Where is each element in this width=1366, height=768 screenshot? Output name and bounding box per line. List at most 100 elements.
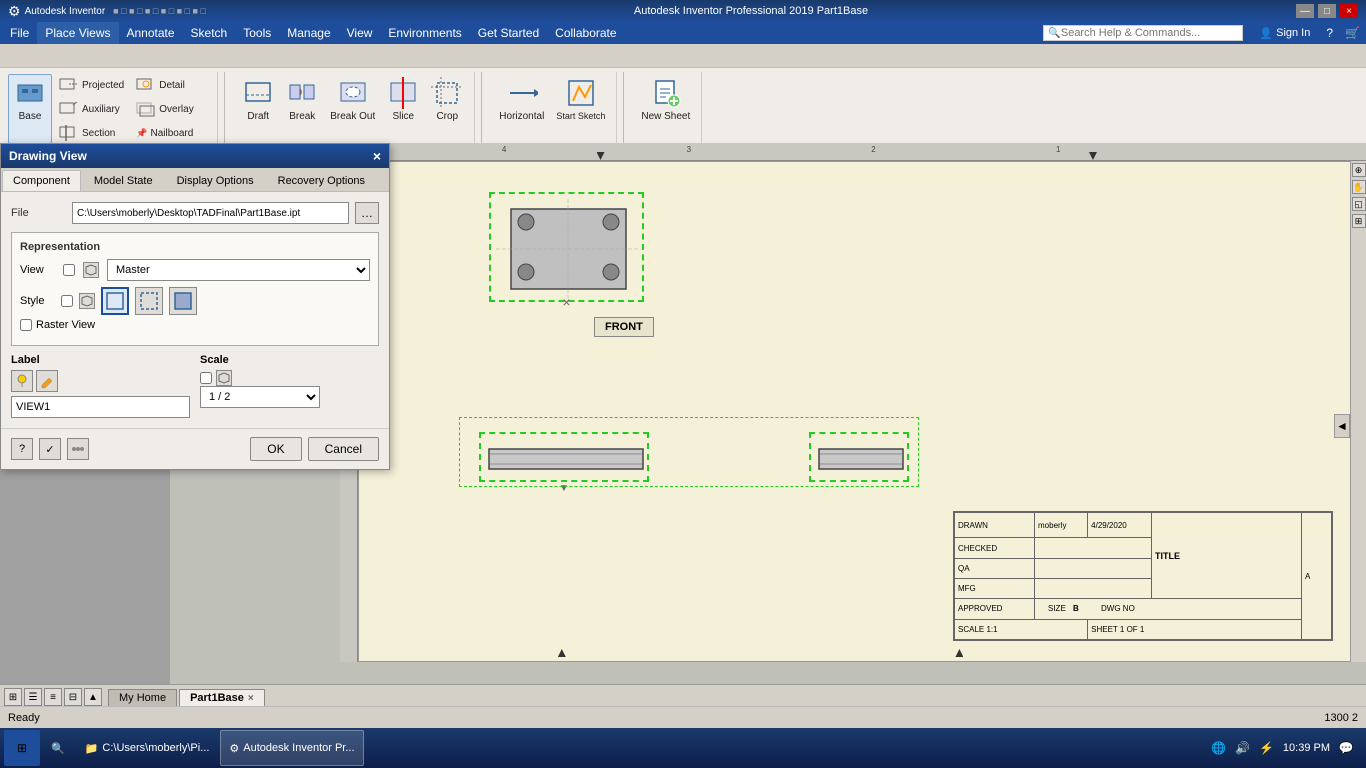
- scale-options-btn[interactable]: [216, 370, 232, 386]
- right-panel: ⊕ ✋ ◱ ⊞: [1350, 161, 1366, 662]
- style-checkbox[interactable]: [61, 295, 73, 307]
- raster-check-row: Raster View: [20, 319, 370, 331]
- dialog-cancel-btn[interactable]: Cancel: [308, 437, 379, 461]
- tab-icon-5[interactable]: ▲: [84, 688, 102, 706]
- scale-checkbox[interactable]: [200, 372, 212, 384]
- draft-btn[interactable]: Draft: [237, 74, 279, 144]
- my-home-tab[interactable]: My Home: [108, 689, 177, 706]
- start-sketch-icon: [565, 77, 597, 109]
- menu-collaborate[interactable]: Collaborate: [547, 22, 624, 44]
- menu-place-views[interactable]: Place Views: [37, 22, 118, 44]
- start-sketch-btn[interactable]: Start Sketch: [551, 74, 610, 144]
- panel-btn-1[interactable]: ⊕: [1352, 163, 1366, 177]
- menu-annotate[interactable]: Annotate: [119, 22, 183, 44]
- scale-title: Scale: [200, 354, 379, 366]
- part1base-tab-close[interactable]: ×: [248, 693, 254, 704]
- panel-btn-4[interactable]: ⊞: [1352, 214, 1366, 228]
- label-section: Label: [11, 354, 190, 418]
- label-input[interactable]: [11, 396, 190, 418]
- tab-icon-2[interactable]: ☰: [24, 688, 42, 706]
- scale-select[interactable]: 1 / 2 1 / 1 1 / 4 1 / 8 2 / 1: [200, 386, 320, 408]
- tab-display-options[interactable]: Display Options: [166, 170, 265, 191]
- label-edit-btn[interactable]: [36, 370, 58, 392]
- systray-volume[interactable]: 🔊: [1235, 740, 1251, 756]
- check-btn[interactable]: ✓: [39, 438, 61, 460]
- dialog-ok-btn[interactable]: OK: [250, 437, 301, 461]
- expand-btn[interactable]: [67, 438, 89, 460]
- taskbar-search[interactable]: 🔍: [42, 730, 74, 766]
- view-dropdown[interactable]: Master: [107, 259, 370, 281]
- view-checkbox[interactable]: [63, 264, 75, 276]
- base-btn[interactable]: Base: [8, 74, 52, 144]
- top-part-view[interactable]: ×: [489, 192, 644, 302]
- break-btn[interactable]: Break: [281, 74, 323, 144]
- menu-tools[interactable]: Tools: [235, 22, 279, 44]
- tab-component[interactable]: Component: [2, 170, 81, 191]
- sign-in-button[interactable]: 👤 Sign In: [1251, 25, 1318, 42]
- browse-btn[interactable]: …: [355, 202, 379, 224]
- taskbar-inventor[interactable]: ⚙ Autodesk Inventor Pr...: [220, 730, 363, 766]
- view-options-btn[interactable]: [83, 262, 99, 278]
- coords-display: 1300 2: [1324, 712, 1358, 724]
- menu-get-started[interactable]: Get Started: [470, 22, 547, 44]
- visible-lines-btn[interactable]: [101, 287, 129, 315]
- horizontal-icon: [506, 77, 538, 109]
- label-light-btn[interactable]: [11, 370, 33, 392]
- panel-btn-3[interactable]: ◱: [1352, 197, 1366, 211]
- footer-left: ? ✓: [11, 438, 89, 460]
- maximize-btn[interactable]: □: [1318, 4, 1336, 18]
- search-bar[interactable]: 🔍: [1043, 25, 1243, 41]
- help-btn[interactable]: ?: [11, 438, 33, 460]
- taskbar-explorer[interactable]: 📁 C:\Users\moberly\Pi...: [76, 730, 219, 766]
- panel-btn-2[interactable]: ✋: [1352, 180, 1366, 194]
- menu-file[interactable]: File: [2, 22, 37, 44]
- drawing-view-dialog: Drawing View × Component Model State Dis…: [0, 143, 390, 470]
- tab-icon-1[interactable]: ⊞: [4, 688, 22, 706]
- style-options-btn[interactable]: [79, 293, 95, 309]
- draft-icon: [242, 77, 274, 109]
- modify-group-buttons: Draft Break Break Out: [237, 74, 468, 146]
- drawing-paper[interactable]: × FRONT ▼: [358, 161, 1354, 662]
- view-tabs-bar: ⊞ ☰ ≡ ⊟ ▲ My Home Part1Base ×: [0, 684, 1366, 706]
- raster-checkbox[interactable]: [20, 319, 32, 331]
- dialog-content: File … Representation View Master: [1, 192, 389, 428]
- notification-icon[interactable]: 💬: [1338, 740, 1354, 756]
- crop-btn[interactable]: Crop: [426, 74, 468, 144]
- new-sheet-btn[interactable]: New Sheet: [636, 74, 695, 144]
- projected-btn[interactable]: Projected: [54, 74, 129, 96]
- break-out-btn[interactable]: Break Out: [325, 74, 380, 144]
- tab-icon-4[interactable]: ⊟: [64, 688, 82, 706]
- dialog-close-btn[interactable]: ×: [373, 148, 381, 164]
- slice-btn[interactable]: Slice: [382, 74, 424, 144]
- clock-display[interactable]: 10:39 PM: [1283, 742, 1330, 754]
- hidden-lines-btn[interactable]: [135, 287, 163, 315]
- bottom-left-view[interactable]: ▼: [479, 432, 649, 482]
- dialog-footer: ? ✓ OK Cancel: [1, 428, 389, 469]
- search-input[interactable]: [1061, 27, 1231, 39]
- detail-btn[interactable]: Detail: [131, 74, 211, 96]
- menu-sketch[interactable]: Sketch: [183, 22, 236, 44]
- menu-manage[interactable]: Manage: [279, 22, 338, 44]
- label-scale-row: Label Scale: [11, 354, 379, 418]
- part1base-tab[interactable]: Part1Base ×: [179, 689, 265, 706]
- menu-environments[interactable]: Environments: [380, 22, 469, 44]
- nav-arrow-right[interactable]: ◄: [1334, 414, 1350, 438]
- file-path-input[interactable]: [72, 202, 349, 224]
- tab-recovery-options[interactable]: Recovery Options: [267, 170, 376, 191]
- close-btn[interactable]: ×: [1340, 4, 1358, 18]
- horizontal-btn[interactable]: Horizontal: [494, 74, 549, 144]
- systray-battery[interactable]: ⚡: [1259, 740, 1275, 756]
- overlay-btn[interactable]: Overlay: [131, 98, 211, 120]
- start-button[interactable]: ⊞: [4, 730, 40, 766]
- auxiliary-btn[interactable]: Auxiliary: [54, 98, 129, 120]
- nailboard-btn[interactable]: 📌 Nailboard: [131, 122, 211, 144]
- app-title: Autodesk Inventor Professional 2019 Part…: [634, 5, 868, 17]
- menu-view[interactable]: View: [339, 22, 381, 44]
- tab-icon-3[interactable]: ≡: [44, 688, 62, 706]
- systray-network[interactable]: 🌐: [1211, 740, 1227, 756]
- shaded-btn[interactable]: [169, 287, 197, 315]
- section-btn[interactable]: Section: [54, 122, 129, 144]
- tab-model-state[interactable]: Model State: [83, 170, 164, 191]
- bottom-right-view[interactable]: [809, 432, 909, 482]
- minimize-btn[interactable]: —: [1296, 4, 1314, 18]
